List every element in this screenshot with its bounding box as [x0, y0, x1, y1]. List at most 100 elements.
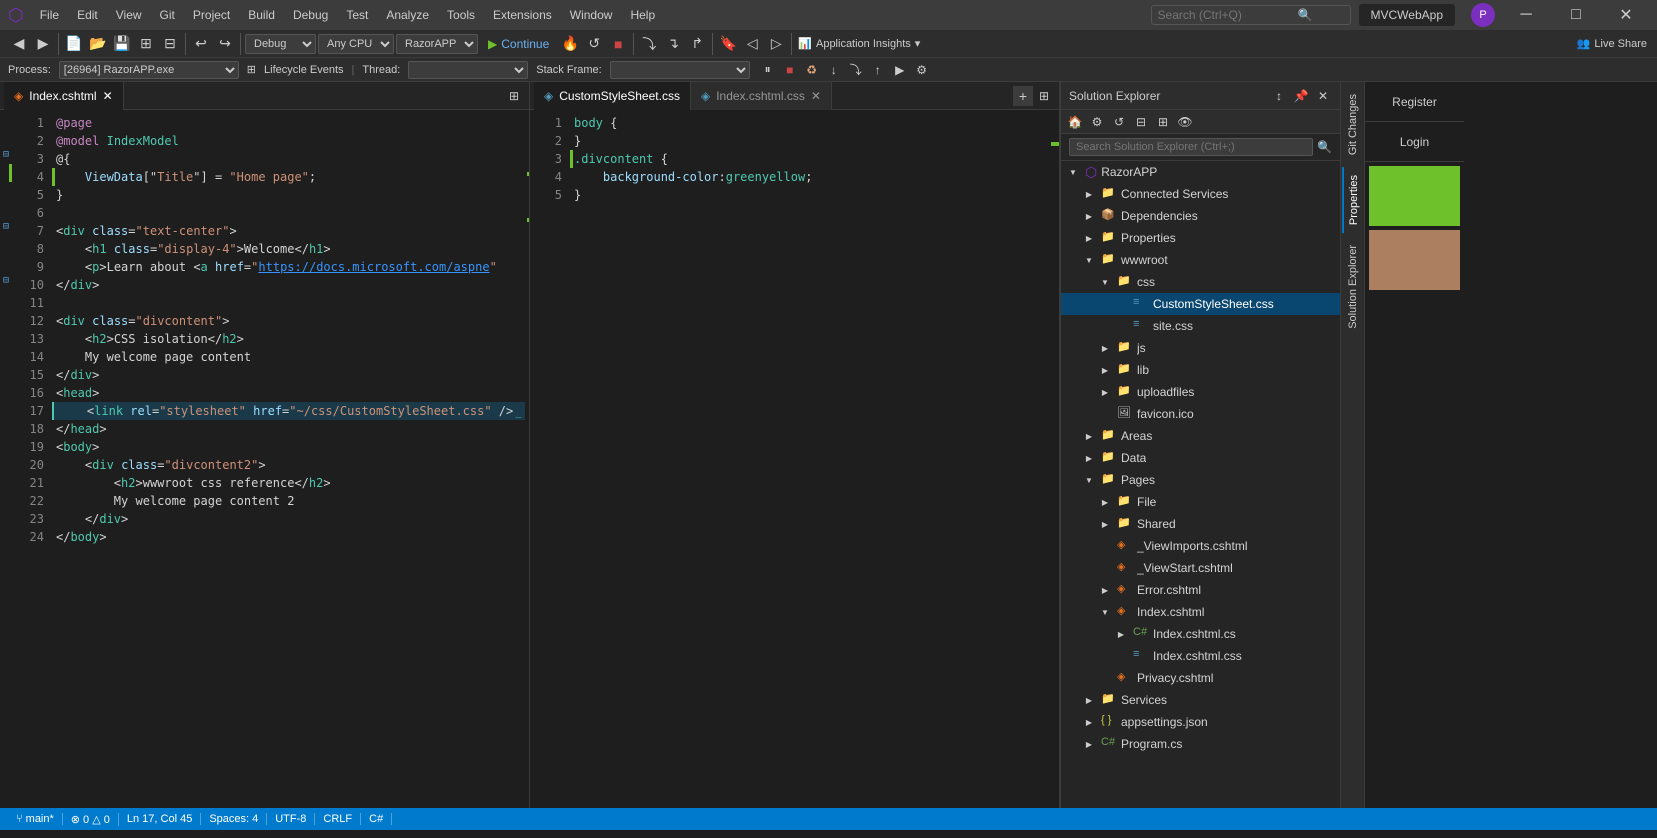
global-search[interactable]: 🔍: [1151, 5, 1351, 25]
redo-button[interactable]: ↪: [214, 33, 236, 55]
next-bookmark-button[interactable]: ▷: [765, 33, 787, 55]
git-branch-status[interactable]: ⑂ main*: [8, 813, 63, 825]
process-select[interactable]: [26964] RazorAPP.exe: [59, 61, 239, 79]
se-sync-button[interactable]: ↕: [1270, 87, 1288, 105]
left-tab-index-cshtml[interactable]: ◈ Index.cshtml ✕: [4, 82, 124, 110]
fold-marker-1[interactable]: [0, 110, 12, 128]
restart-button[interactable]: ↺: [583, 33, 605, 55]
continue-button[interactable]: ▶ Continue: [480, 35, 557, 53]
tree-appsettings[interactable]: ▶ { } appsettings.json: [1061, 711, 1340, 733]
close-button[interactable]: ✕: [1603, 0, 1649, 30]
encoding-status[interactable]: UTF-8: [267, 813, 315, 825]
collapse-right-pane-button[interactable]: ⊞: [1033, 89, 1055, 103]
menu-file[interactable]: File: [32, 4, 67, 26]
thread-select[interactable]: [408, 61, 528, 79]
tree-customstylesheet[interactable]: ≡ CustomStyleSheet.css: [1061, 293, 1340, 315]
menu-analyze[interactable]: Analyze: [378, 4, 437, 26]
menu-test[interactable]: Test: [338, 4, 376, 26]
tree-viewstart[interactable]: ◈ _ViewStart.cshtml: [1061, 557, 1340, 579]
tree-index-css[interactable]: ≡ Index.cshtml.css: [1061, 645, 1340, 667]
step-into-button[interactable]: ↴: [662, 33, 684, 55]
step-out-button[interactable]: ↱: [686, 33, 708, 55]
tree-data[interactable]: ▶ 📁 Data: [1061, 447, 1340, 469]
pause-button[interactable]: ⏸: [758, 60, 778, 80]
extra1-button[interactable]: ⊟: [159, 33, 181, 55]
platform-select[interactable]: Any CPU: [318, 34, 394, 54]
tree-index-cs[interactable]: ▶ C# Index.cshtml.cs: [1061, 623, 1340, 645]
run-cursor-button[interactable]: ▶: [890, 60, 910, 80]
tree-error[interactable]: ▶ ◈ Error.cshtml: [1061, 579, 1340, 601]
tree-areas[interactable]: ▶ 📁 Areas: [1061, 425, 1340, 447]
tree-services[interactable]: ▶ 📁 Services: [1061, 689, 1340, 711]
tree-program[interactable]: ▶ C# Program.cs: [1061, 733, 1340, 755]
se-close-button[interactable]: ✕: [1314, 87, 1332, 105]
se-search-input[interactable]: [1069, 138, 1313, 156]
menu-project[interactable]: Project: [185, 4, 238, 26]
application-insights-button[interactable]: 📊 Application Insights ▾: [792, 35, 926, 52]
tree-pages[interactable]: ▼ 📁 Pages: [1061, 469, 1340, 491]
solution-explorer-search[interactable]: 🔍: [1061, 134, 1340, 161]
menu-window[interactable]: Window: [562, 4, 621, 26]
tree-dependencies[interactable]: ▶ 📦 Dependencies: [1061, 205, 1340, 227]
login-link[interactable]: Login: [1365, 122, 1464, 162]
tree-connected-services[interactable]: ▶ 📁 Connected Services: [1061, 183, 1340, 205]
tree-css-folder[interactable]: ▼ 📁 css: [1061, 271, 1340, 293]
tab-close-icon[interactable]: ✕: [103, 89, 113, 103]
forward-button[interactable]: ▶: [32, 33, 54, 55]
se-pin-button[interactable]: 📌: [1292, 87, 1310, 105]
step-over-debug-button[interactable]: ⤵: [846, 60, 866, 80]
fold-marker-2[interactable]: [0, 128, 12, 146]
menu-edit[interactable]: Edit: [69, 4, 106, 26]
menu-extensions[interactable]: Extensions: [485, 4, 560, 26]
language-status[interactable]: C#: [361, 813, 392, 825]
step-into-debug-button[interactable]: ↓: [824, 60, 844, 80]
tree-shared[interactable]: ▶ 📁 Shared: [1061, 513, 1340, 535]
stop-button[interactable]: ■: [607, 33, 629, 55]
prev-bookmark-button[interactable]: ◁: [741, 33, 763, 55]
tree-index-cshtml[interactable]: ▼ ◈ Index.cshtml: [1061, 601, 1340, 623]
live-share-button[interactable]: 👥 Live Share: [1571, 35, 1653, 52]
tab-close-icon2[interactable]: ✕: [811, 89, 821, 103]
menu-tools[interactable]: Tools: [439, 4, 483, 26]
fold-marker-3[interactable]: ⊟: [0, 146, 12, 164]
tree-js-folder[interactable]: ▶ 📁 js: [1061, 337, 1340, 359]
menu-build[interactable]: Build: [240, 4, 283, 26]
fold-marker-10[interactable]: ⊟: [0, 272, 12, 290]
search-input[interactable]: [1158, 8, 1298, 22]
properties-tab[interactable]: Properties: [1342, 167, 1364, 233]
se-settings-button[interactable]: ⚙: [1087, 112, 1107, 132]
step-out-debug-button[interactable]: ↑: [868, 60, 888, 80]
git-changes-tab[interactable]: Git Changes: [1343, 86, 1363, 163]
spaces-status[interactable]: Spaces: 4: [201, 813, 267, 825]
launch-profile-select[interactable]: RazorAPP: [396, 34, 478, 54]
step-over-button[interactable]: ⤵: [638, 33, 660, 55]
tree-lib-folder[interactable]: ▶ 📁 lib: [1061, 359, 1340, 381]
hot-reload-button[interactable]: 🔥: [559, 33, 581, 55]
bookmark-button[interactable]: 🔖: [717, 33, 739, 55]
minimize-button[interactable]: ─: [1503, 0, 1549, 30]
save-button[interactable]: 💾: [111, 33, 133, 55]
fold-marker-7[interactable]: ⊟: [0, 218, 12, 236]
register-link[interactable]: Register: [1365, 82, 1464, 122]
add-editor-button[interactable]: +: [1013, 86, 1033, 106]
menu-help[interactable]: Help: [622, 4, 663, 26]
errors-status[interactable]: ⊗ 0 △ 0: [63, 813, 119, 826]
collapse-pane-button[interactable]: ⊞: [503, 89, 525, 103]
menu-view[interactable]: View: [108, 4, 150, 26]
tree-sitecss[interactable]: ≡ site.css: [1061, 315, 1340, 337]
se-home-button[interactable]: 🏠: [1065, 112, 1085, 132]
menu-debug[interactable]: Debug: [285, 4, 336, 26]
save-all-button[interactable]: ⊞: [135, 33, 157, 55]
profile-avatar[interactable]: P: [1471, 3, 1495, 27]
stack-frame-select[interactable]: [610, 61, 750, 79]
right-tab-customstylesheet[interactable]: ◈ CustomStyleSheet.css: [534, 82, 691, 110]
new-file-button[interactable]: 📄: [63, 33, 85, 55]
tree-file-folder[interactable]: ▶ 📁 File: [1061, 491, 1340, 513]
tree-favicon[interactable]: 🖼 favicon.ico: [1061, 403, 1340, 425]
tree-viewimports[interactable]: ◈ _ViewImports.cshtml: [1061, 535, 1340, 557]
tree-wwwroot[interactable]: ▼ 📁 wwwroot: [1061, 249, 1340, 271]
debug-config-select[interactable]: Debug Release: [245, 34, 316, 54]
maximize-button[interactable]: □: [1553, 0, 1599, 30]
undo-button[interactable]: ↩: [190, 33, 212, 55]
stop-debug-button[interactable]: ■: [780, 60, 800, 80]
